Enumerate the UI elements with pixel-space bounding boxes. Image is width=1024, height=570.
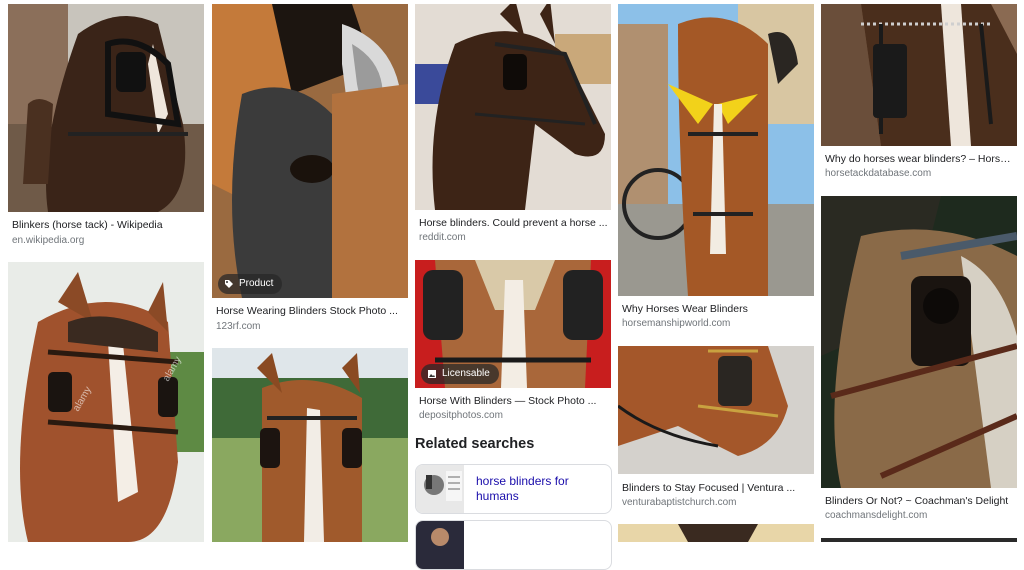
badge-label: Licensable (442, 368, 490, 379)
result-source[interactable]: 123rf.com (216, 320, 406, 333)
result-image[interactable]: Product (212, 4, 408, 298)
result-card-horsetackdatabase[interactable]: Why do horses wear blinders? – Horse ...… (821, 4, 1017, 184)
result-caption[interactable]: Blinders Or Not? ~ Coachman's Delight (825, 494, 1015, 508)
result-image[interactable] (821, 4, 1017, 146)
result-card-alamy-horse[interactable]: alamy alamy (8, 262, 204, 542)
result-source[interactable]: reddit.com (419, 231, 609, 244)
result-caption[interactable]: Horse blinders. Could prevent a horse ..… (419, 216, 609, 230)
result-card-coachmansdelight[interactable]: Blinders Or Not? ~ Coachman's Delight co… (821, 196, 1017, 526)
result-image[interactable]: Licensable (415, 260, 611, 388)
result-caption[interactable]: Horse Wearing Blinders Stock Photo ... (216, 304, 406, 318)
result-image[interactable] (821, 196, 1017, 488)
result-caption[interactable]: Why do horses wear blinders? – Horse ... (825, 152, 1015, 166)
result-image[interactable] (618, 4, 814, 296)
result-caption[interactable]: Blinkers (horse tack) - Wikipedia (12, 218, 202, 232)
product-badge: Product (218, 274, 283, 294)
result-image[interactable] (821, 538, 1017, 542)
result-card-reddit[interactable]: Horse blinders. Could prevent a horse ..… (415, 4, 611, 244)
result-card-depositphotos[interactable]: Licensable Horse With Blinders — Stock P… (415, 260, 611, 425)
related-search-chip[interactable]: horse blinders for humans (415, 464, 612, 514)
related-search-label[interactable]: horse blinders for humans (476, 474, 606, 504)
result-source[interactable]: depositphotos.com (419, 409, 609, 422)
result-source[interactable]: horsemanshipworld.com (622, 317, 812, 330)
result-caption[interactable]: Why Horses Wear Blinders (622, 302, 812, 316)
image-icon (428, 370, 436, 378)
result-caption[interactable]: Horse With Blinders — Stock Photo ... (419, 394, 609, 408)
result-image[interactable] (415, 4, 611, 210)
related-search-thumbnail (416, 521, 464, 569)
result-image[interactable] (618, 346, 814, 474)
result-card-partial[interactable] (618, 524, 814, 542)
result-card-partial[interactable] (821, 538, 1017, 542)
result-caption[interactable]: Blinders to Stay Focused | Ventura ... (622, 481, 812, 495)
result-source[interactable]: en.wikipedia.org (12, 234, 202, 247)
result-source[interactable]: horsetackdatabase.com (825, 167, 1015, 180)
result-card-horse-field[interactable] (212, 348, 408, 542)
licensable-badge: Licensable (421, 364, 499, 384)
related-searches-title: Related searches (415, 436, 535, 452)
result-card-venturabaptist[interactable]: Blinders to Stay Focused | Ventura ... v… (618, 346, 814, 511)
result-card-wikipedia[interactable]: Blinkers (horse tack) - Wikipedia en.wik… (8, 4, 204, 249)
result-image[interactable] (212, 348, 408, 542)
badge-label: Product (239, 278, 274, 289)
tag-icon (225, 280, 233, 288)
related-search-thumbnail (416, 465, 464, 513)
result-image[interactable]: alamy alamy (8, 262, 204, 542)
result-image[interactable] (8, 4, 204, 212)
result-source[interactable]: venturabaptistchurch.com (622, 496, 812, 509)
result-source[interactable]: coachmansdelight.com (825, 509, 1015, 522)
result-card-horsemanship[interactable]: Why Horses Wear Blinders horsemanshipwor… (618, 4, 814, 334)
related-search-chip[interactable] (415, 520, 612, 570)
result-image[interactable] (618, 524, 814, 542)
result-card-123rf[interactable]: Product Horse Wearing Blinders Stock Pho… (212, 4, 408, 334)
